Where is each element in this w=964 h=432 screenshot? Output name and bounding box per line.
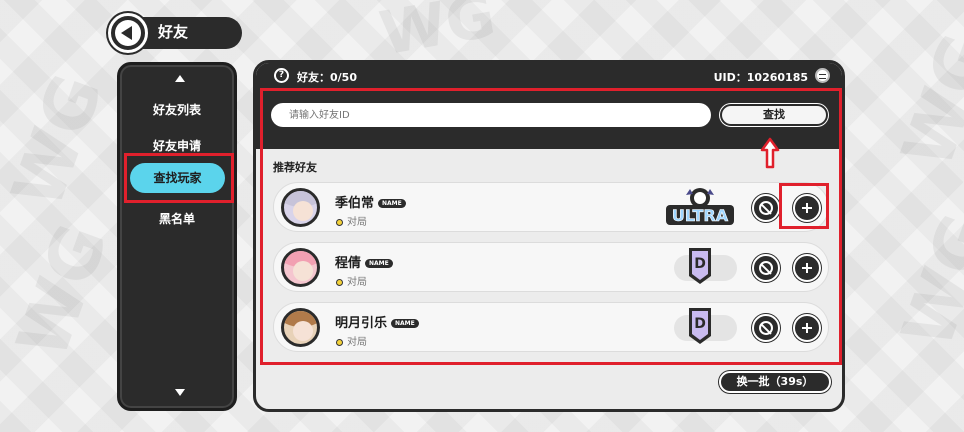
status-dot-icon <box>336 219 343 226</box>
block-icon <box>759 261 773 275</box>
block-button[interactable] <box>752 254 780 282</box>
sidebar-item-blacklist[interactable]: 黑名单 <box>120 210 234 227</box>
name-tag: NAME <box>378 199 406 208</box>
friend-count: 好友：0/50 <box>297 71 357 84</box>
back-arrow-icon <box>115 20 141 46</box>
rank-badge-d-icon: D <box>689 248 711 284</box>
name-tag: NAME <box>365 259 393 268</box>
page-title: 好友 <box>158 23 189 41</box>
scroll-up-icon[interactable] <box>175 75 185 82</box>
sidebar-item-friend-requests[interactable]: 好友申请 <box>120 137 234 154</box>
avatar[interactable] <box>281 188 320 227</box>
search-input[interactable] <box>271 103 711 127</box>
rank-badge-label: D <box>694 316 706 332</box>
list-item: 季伯常 NAME 对局 ULTRA <box>273 182 829 232</box>
sidebar-item-friend-list[interactable]: 好友列表 <box>120 101 234 118</box>
avatar[interactable] <box>281 308 320 347</box>
add-friend-button[interactable] <box>793 194 821 222</box>
help-icon[interactable]: ? <box>274 68 289 83</box>
avatar[interactable] <box>281 248 320 287</box>
sidebar-item-find-player[interactable]: 查找玩家 <box>130 163 225 193</box>
scroll-down-icon[interactable] <box>175 389 185 396</box>
status-dot-icon <box>336 339 343 346</box>
player-name: 季伯常 NAME <box>335 192 406 211</box>
list-item: 程倩 NAME 对局 D <box>273 242 829 292</box>
section-title: 推荐好友 <box>273 161 317 174</box>
block-button[interactable] <box>752 194 780 222</box>
player-name: 明月引乐 NAME <box>335 312 419 331</box>
status-label: 对局 <box>336 333 367 348</box>
panel-header: ? 好友：0/50 UID：10260185 <box>256 63 842 89</box>
block-button[interactable] <box>752 314 780 342</box>
search-bar: 查找 <box>256 89 842 149</box>
main-panel: ? 好友：0/50 UID：10260185 查找 推荐好友 季伯常NAME 对… <box>253 60 845 412</box>
refresh-button[interactable]: 换一批（39s） <box>719 371 831 393</box>
rank-badge-ultra-icon: ULTRA <box>666 188 734 225</box>
search-button[interactable]: 查找 <box>720 104 828 126</box>
back-button[interactable] <box>108 13 148 53</box>
add-friend-button[interactable] <box>793 254 821 282</box>
add-friend-button[interactable] <box>793 314 821 342</box>
annotation-arrow-icon <box>760 137 780 169</box>
sidebar: 好友列表 好友申请 查找玩家 黑名单 <box>117 62 237 411</box>
status-dot-icon <box>336 279 343 286</box>
status-label: 对局 <box>336 213 367 228</box>
rank-badge-d-icon: D <box>689 308 711 344</box>
status-label: 对局 <box>336 273 367 288</box>
coin-icon[interactable] <box>815 68 830 83</box>
block-icon <box>759 201 773 215</box>
list-item: 明月引乐 NAME 对局 D <box>273 302 829 352</box>
rank-badge-label: ULTRA <box>672 206 729 225</box>
name-tag: NAME <box>391 319 419 328</box>
block-icon <box>759 321 773 335</box>
player-name: 程倩 NAME <box>335 252 393 271</box>
rank-badge-label: D <box>694 256 706 272</box>
uid-label: UID：10260185 <box>713 71 808 84</box>
